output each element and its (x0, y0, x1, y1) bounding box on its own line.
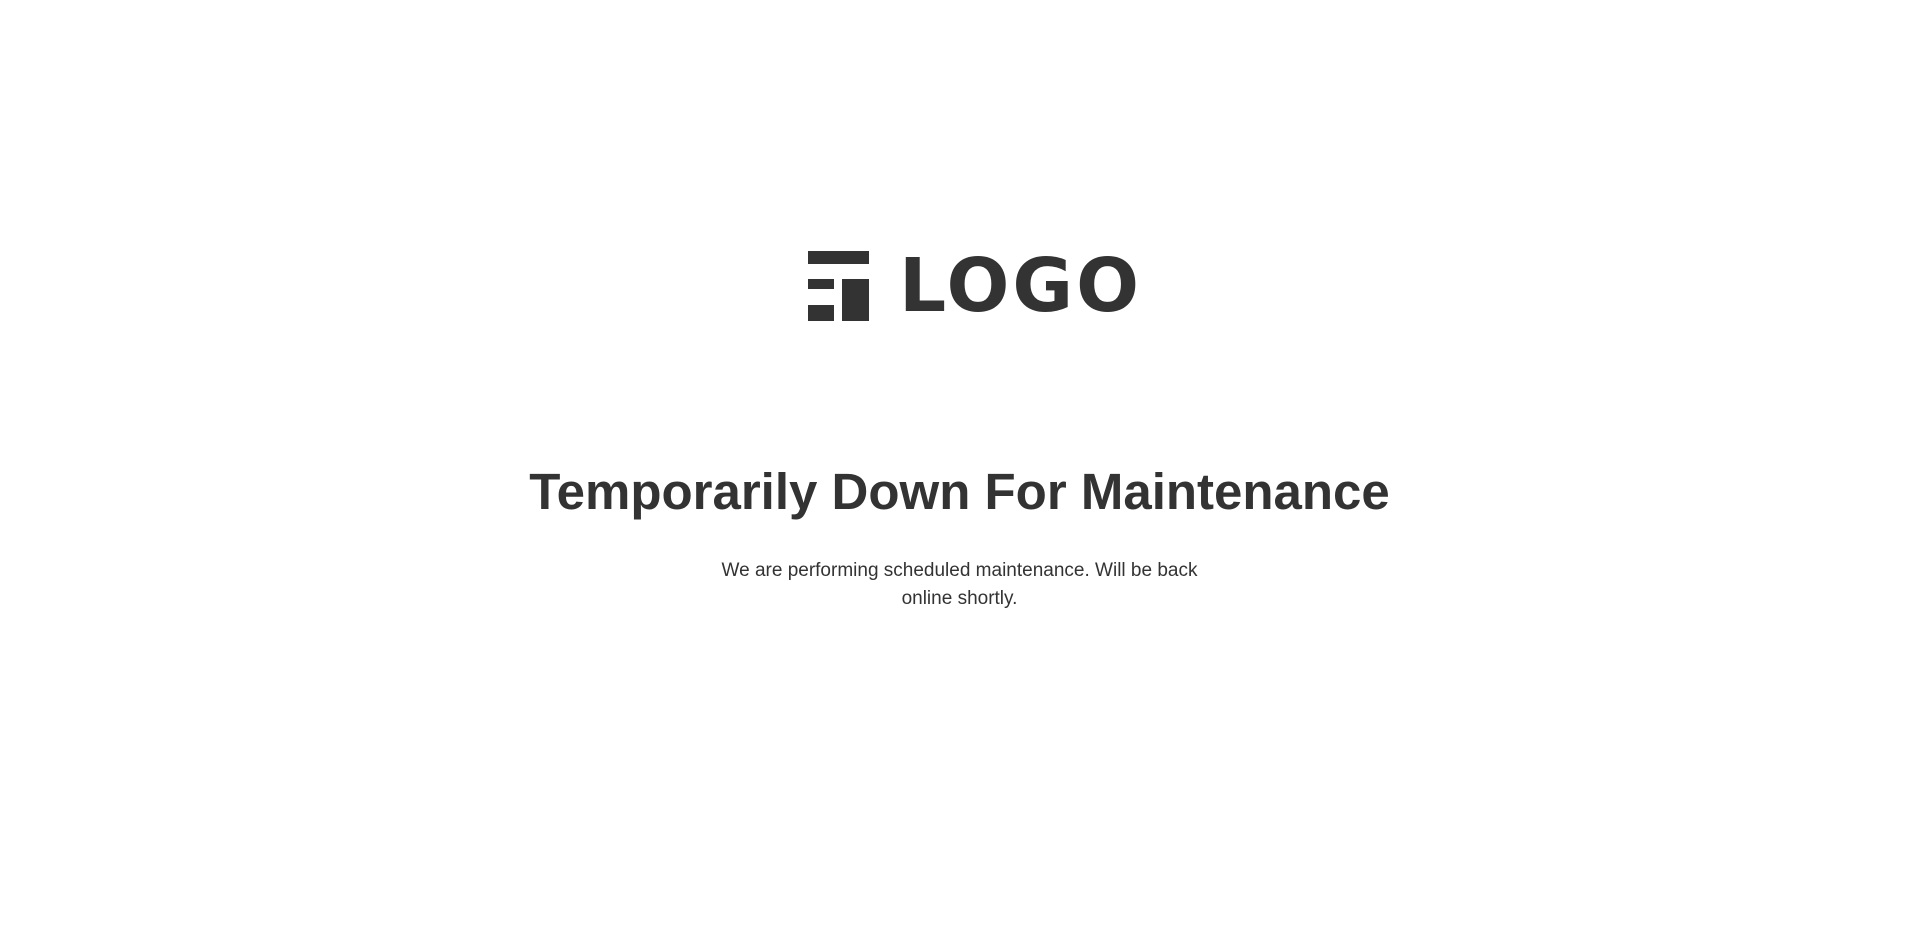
maintenance-page: LOGO Temporarily Down For Maintenance We… (0, 0, 1919, 936)
site-logo: LOGO (808, 249, 1139, 323)
logo-text: LOGO (899, 243, 1143, 329)
logo-mark-icon (808, 251, 869, 321)
page-title: Temporarily Down For Maintenance (529, 463, 1390, 520)
maintenance-message: We are performing scheduled maintenance.… (721, 560, 1198, 609)
